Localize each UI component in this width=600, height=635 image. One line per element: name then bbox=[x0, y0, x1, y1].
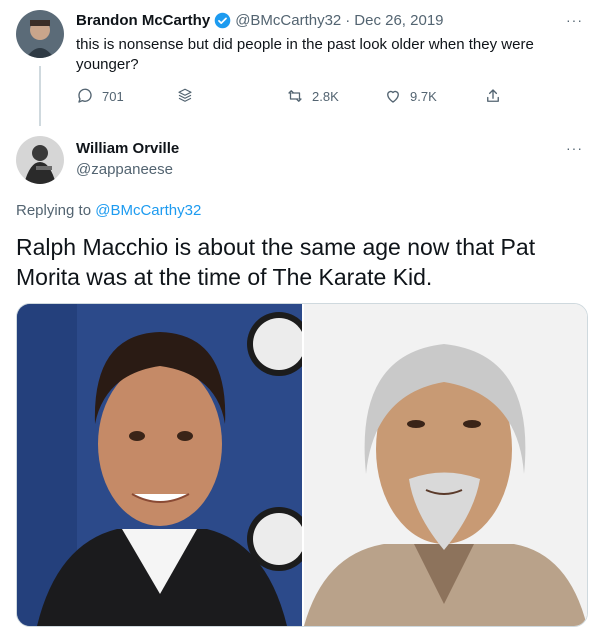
retweet-count: 2.8K bbox=[312, 88, 339, 104]
share-icon bbox=[484, 87, 502, 105]
like-button[interactable]: 9.7K bbox=[384, 87, 437, 105]
reply-count: 701 bbox=[102, 88, 124, 104]
thread-line bbox=[39, 66, 41, 126]
reply-button[interactable]: 701 bbox=[76, 87, 124, 105]
photo-pat-morita[interactable] bbox=[304, 304, 587, 626]
author-name[interactable]: Brandon McCarthy bbox=[76, 12, 210, 29]
more-icon[interactable]: ··· bbox=[566, 12, 583, 28]
author-handle[interactable]: @BMcCarthy32 bbox=[235, 12, 341, 29]
more-icon[interactable]: ··· bbox=[566, 140, 583, 156]
avatar-brandon[interactable] bbox=[16, 10, 64, 58]
like-icon bbox=[384, 87, 402, 105]
tweet-media[interactable] bbox=[16, 303, 588, 627]
separator: · bbox=[345, 12, 351, 29]
tweet-date[interactable]: Dec 26, 2019 bbox=[354, 12, 443, 29]
like-count: 9.7K bbox=[410, 88, 437, 104]
tweet1-text: this is nonsense but did people in the p… bbox=[76, 36, 534, 73]
verified-badge-icon bbox=[214, 12, 231, 29]
replying-to: Replying to @BMcCarthy32 bbox=[16, 202, 201, 219]
stack-icon bbox=[176, 87, 194, 105]
share-button[interactable] bbox=[484, 87, 502, 105]
author-name[interactable]: William Orville bbox=[76, 140, 179, 157]
photo-ralph-macchio[interactable] bbox=[17, 304, 304, 626]
tweet2-text: Ralph Macchio is about the same age now … bbox=[16, 234, 536, 290]
author-handle[interactable]: @zappaneese bbox=[76, 161, 173, 178]
retweet-icon bbox=[286, 87, 304, 105]
replying-to-handle[interactable]: @BMcCarthy32 bbox=[95, 202, 201, 219]
avatar-william[interactable] bbox=[16, 136, 64, 184]
replying-to-label: Replying to bbox=[16, 202, 92, 219]
stack-button[interactable] bbox=[176, 87, 194, 105]
retweet-button[interactable]: 2.8K bbox=[286, 87, 339, 105]
reply-icon bbox=[76, 87, 94, 105]
tweet1-header: Brandon McCarthy @BMcCarthy32 · Dec 26, … bbox=[76, 12, 444, 29]
